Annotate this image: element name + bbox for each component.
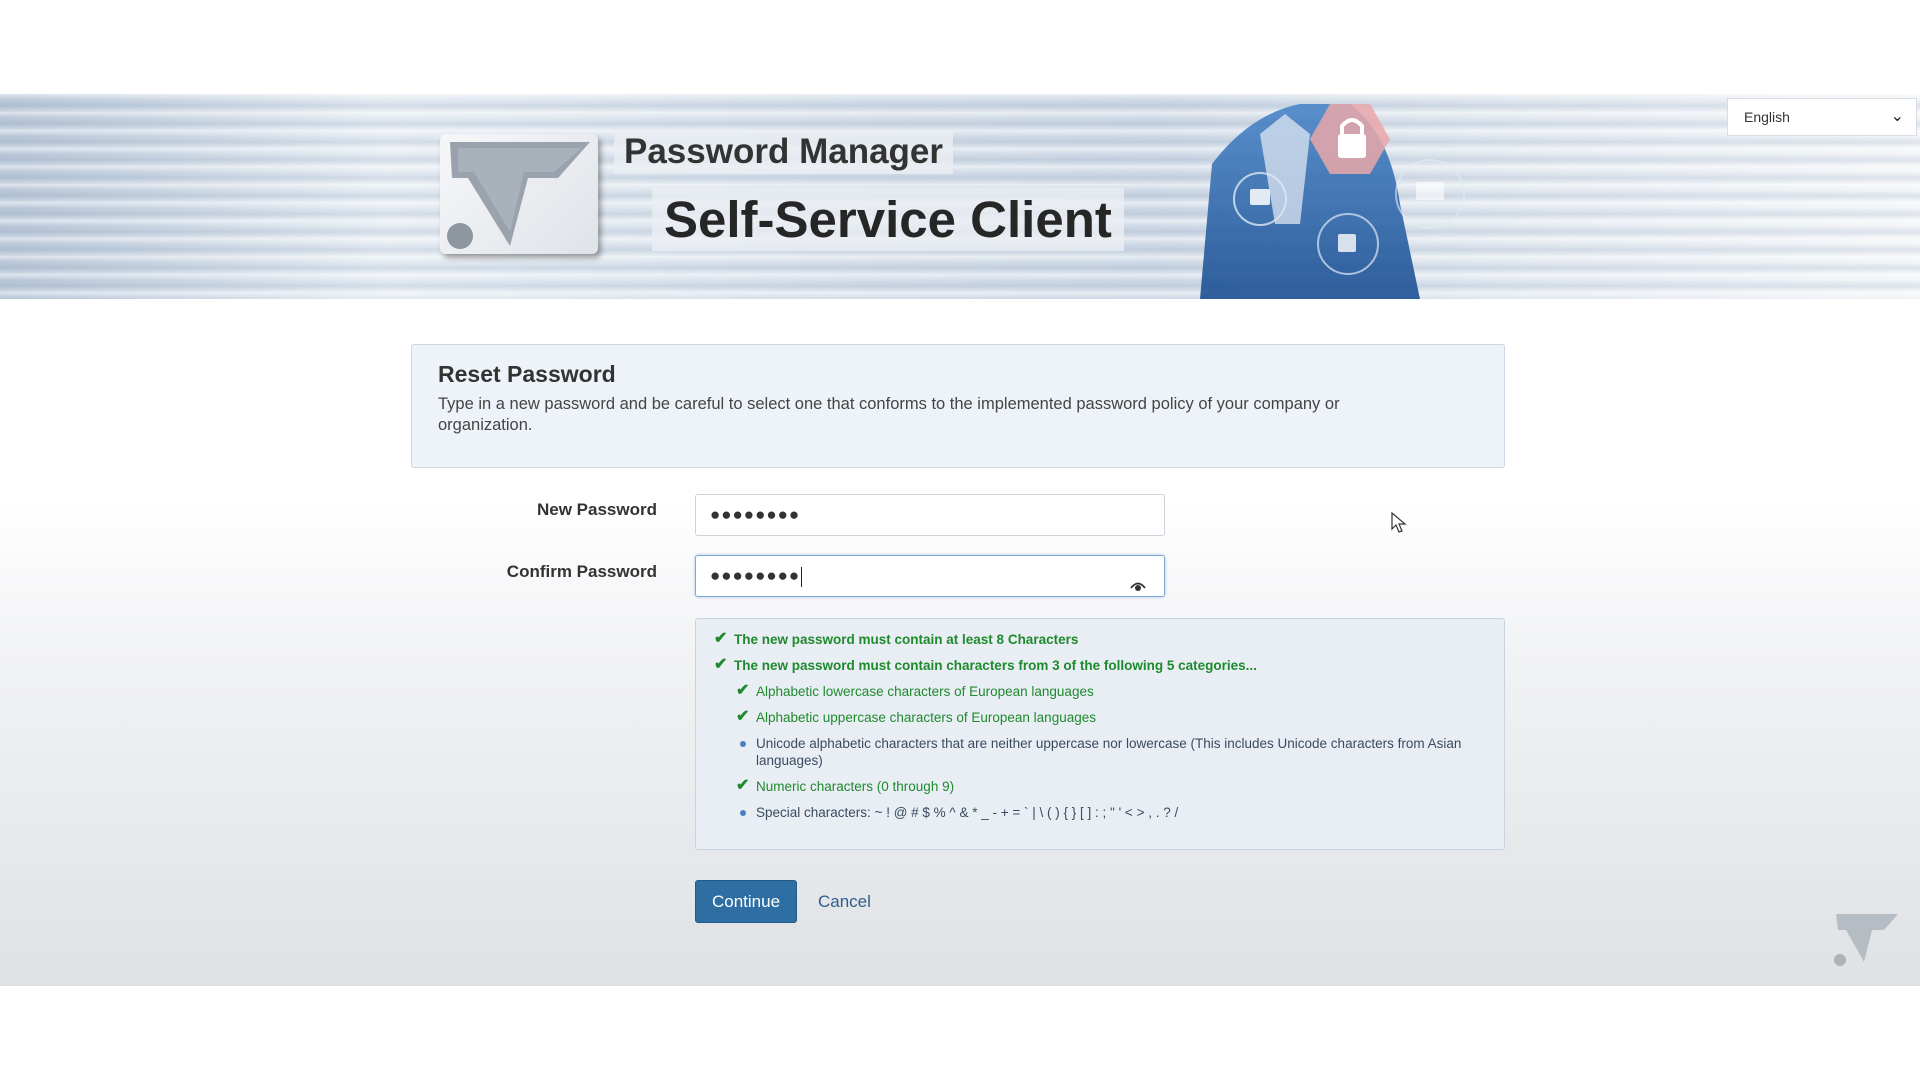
language-select[interactable]: English ⌄ [1727, 98, 1917, 136]
policy-rule-text: The new password must contain characters… [734, 658, 1257, 673]
show-password-eye-icon[interactable] [1130, 568, 1146, 608]
policy-rule-text: Alphabetic lowercase characters of Europ… [756, 684, 1094, 699]
text-caret [801, 566, 803, 587]
language-select-value: English [1744, 109, 1790, 125]
check-icon: ✔ [736, 708, 750, 725]
new-password-label: New Password [537, 500, 657, 519]
policy-rule-item: ✔ Alphabetic lowercase characters of Euro… [736, 682, 1486, 700]
page-stage: Password Manager Self-Service Client Eng… [0, 94, 1920, 986]
policy-rule-item: ✔ Alphabetic uppercase characters of Euro… [736, 708, 1486, 726]
confirm-password-value: ●●●●●●●● [710, 566, 801, 585]
policy-rule-item: ✔ The new password must contain at least … [714, 630, 1486, 648]
new-password-value: ●●●●●●●● [710, 505, 801, 524]
mouse-cursor-icon [1391, 512, 1407, 533]
check-icon: ✔ [736, 777, 750, 794]
app-subtitle: Self-Service Client [652, 188, 1124, 251]
policy-rule-item: Unicode alphabetic characters that are n… [736, 735, 1486, 769]
security-hero-image [1200, 104, 1465, 299]
policy-rule-item: ✔ The new password must contain character… [714, 656, 1486, 674]
check-icon: ✔ [714, 630, 728, 647]
policy-rule-item: ✔ Numeric characters (0 through 9) [736, 777, 1486, 795]
confirm-password-label: Confirm Password [506, 562, 657, 581]
policy-rules-list: ✔ The new password must contain at least … [714, 630, 1486, 821]
page-title: Reset Password [438, 361, 616, 387]
policy-rule-text: Special characters: ~ ! @ # $ % ^ & * _ … [756, 805, 1179, 820]
bullet-icon [740, 741, 746, 747]
app-title: Password Manager [614, 130, 953, 174]
new-password-input[interactable]: ●●●●●●●● [695, 494, 1165, 536]
check-icon: ✔ [736, 682, 750, 699]
bullet-icon [740, 810, 746, 816]
policy-rule-text: Numeric characters (0 through 9) [756, 779, 955, 794]
watermark-logo [1834, 914, 1898, 966]
password-policy-panel: ✔ The new password must contain at least … [695, 618, 1505, 850]
chevron-down-icon: ⌄ [1890, 108, 1904, 125]
brand-logo [440, 134, 598, 254]
continue-button[interactable]: Continue [695, 880, 797, 923]
policy-rule-text: The new password must contain at least 8… [734, 632, 1079, 647]
intro-text: Type in a new password and be careful to… [438, 395, 1340, 434]
policy-rule-text: Unicode alphabetic characters that are n… [756, 736, 1462, 768]
policy-rule-text: Alphabetic uppercase characters of Europ… [756, 710, 1096, 725]
reset-password-intro: Reset Password Type in a new password an… [411, 344, 1505, 468]
confirm-password-input[interactable]: ●●●●●●●● [695, 555, 1165, 597]
cancel-button[interactable]: Cancel [818, 880, 871, 923]
header-banner: Password Manager Self-Service Client Eng… [0, 94, 1920, 299]
check-icon: ✔ [714, 656, 728, 673]
policy-rule-item: Special characters: ~ ! @ # $ % ^ & * _ … [736, 804, 1486, 821]
